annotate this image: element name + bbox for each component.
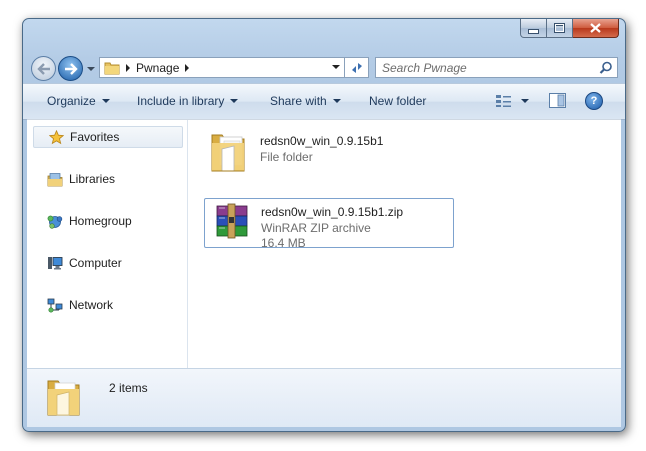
- computer-icon: [47, 255, 63, 271]
- item-count: 2 items: [109, 381, 148, 395]
- new-folder-label: New folder: [369, 94, 427, 108]
- help-icon: ?: [590, 95, 598, 107]
- chevron-down-icon: [332, 99, 341, 103]
- nav-item-libraries[interactable]: Libraries: [33, 168, 183, 190]
- organize-label: Organize: [47, 94, 96, 108]
- details-pane: 2 items: [27, 368, 621, 427]
- help-button[interactable]: ?: [585, 92, 603, 110]
- forward-button[interactable]: [58, 56, 83, 81]
- maximize-icon: [554, 23, 565, 33]
- breadcrumb-pwnage[interactable]: Pwnage: [136, 61, 179, 75]
- share-with-label: Share with: [270, 94, 327, 108]
- close-icon: [590, 23, 601, 33]
- chevron-down-icon: [521, 99, 529, 103]
- nav-item-label: Favorites: [70, 130, 120, 144]
- breadcrumb-separator-icon[interactable]: [126, 63, 130, 72]
- file-name: redsn0w_win_0.9.15b1: [260, 134, 384, 148]
- search-input[interactable]: [382, 60, 587, 75]
- back-button[interactable]: [31, 56, 56, 81]
- folder-icon: [211, 134, 245, 172]
- file-type: WinRAR ZIP archive: [261, 221, 371, 235]
- nav-item-label: Network: [69, 298, 114, 312]
- change-view-button[interactable]: [495, 94, 529, 108]
- nav-item-label: Computer: [69, 256, 122, 270]
- file-size: 16.4 MB: [261, 236, 306, 250]
- search-field[interactable]: [375, 57, 618, 78]
- forward-arrow-icon: [64, 62, 78, 75]
- folder-large-icon: [47, 380, 80, 416]
- network-icon: [47, 297, 63, 313]
- nav-item-computer[interactable]: Computer: [33, 252, 183, 274]
- minimize-button[interactable]: [520, 19, 547, 38]
- folder-small-icon: [104, 62, 120, 74]
- file-name: redsn0w_win_0.9.15b1.zip: [261, 205, 404, 219]
- file-item-zip[interactable]: redsn0w_win_0.9.15b1.zip WinRAR ZIP arch…: [204, 198, 454, 250]
- search-icon[interactable]: [599, 61, 613, 75]
- include-in-library-label: Include in library: [137, 94, 225, 108]
- homegroup-icon: [47, 213, 63, 229]
- libraries-icon: [47, 171, 63, 187]
- command-bar: Organize Include in library Share with N…: [23, 83, 625, 120]
- new-folder-button[interactable]: New folder: [369, 94, 426, 108]
- include-in-library-button[interactable]: Include in library: [137, 94, 239, 108]
- close-button[interactable]: [573, 19, 619, 38]
- minimize-icon: [528, 28, 539, 34]
- recent-pages-dropdown-icon[interactable]: [87, 65, 95, 73]
- caption-buttons: [520, 19, 619, 39]
- file-item-folder[interactable]: redsn0w_win_0.9.15b1 File folder: [204, 128, 454, 178]
- breadcrumb-chevron-icon[interactable]: [185, 63, 190, 72]
- address-bar[interactable]: Pwnage: [99, 57, 345, 78]
- nav-item-network[interactable]: Network: [33, 294, 183, 316]
- maximize-button[interactable]: [547, 19, 573, 38]
- nav-item-label: Libraries: [69, 172, 116, 186]
- file-list[interactable]: redsn0w_win_0.9.15b1 File folder redsn0w…: [188, 120, 621, 368]
- preview-pane-icon[interactable]: [549, 93, 566, 108]
- file-type: File folder: [260, 150, 313, 164]
- navigation-pane[interactable]: Favorites Libraries Homegroup Computer N…: [27, 120, 188, 368]
- content-area: Favorites Libraries Homegroup Computer N…: [27, 119, 621, 368]
- explorer-window: Pwnage Organize Include in library Share…: [22, 18, 626, 432]
- address-history-dropdown-icon[interactable]: [332, 65, 340, 69]
- nav-item-label: Homegroup: [69, 214, 132, 228]
- winrar-archive-icon: [216, 203, 248, 239]
- view-options-icon: [496, 95, 511, 107]
- star-icon: [48, 129, 64, 145]
- chevron-down-icon: [230, 99, 239, 103]
- refresh-icon: [351, 62, 362, 73]
- share-with-button[interactable]: Share with: [270, 94, 341, 108]
- nav-item-favorites[interactable]: Favorites: [33, 126, 183, 148]
- nav-item-homegroup[interactable]: Homegroup: [33, 210, 183, 232]
- back-arrow-icon: [36, 62, 50, 75]
- chevron-down-icon: [101, 99, 110, 103]
- address-row: Pwnage: [23, 47, 625, 83]
- refresh-button[interactable]: [345, 57, 369, 78]
- organize-button[interactable]: Organize: [47, 94, 110, 108]
